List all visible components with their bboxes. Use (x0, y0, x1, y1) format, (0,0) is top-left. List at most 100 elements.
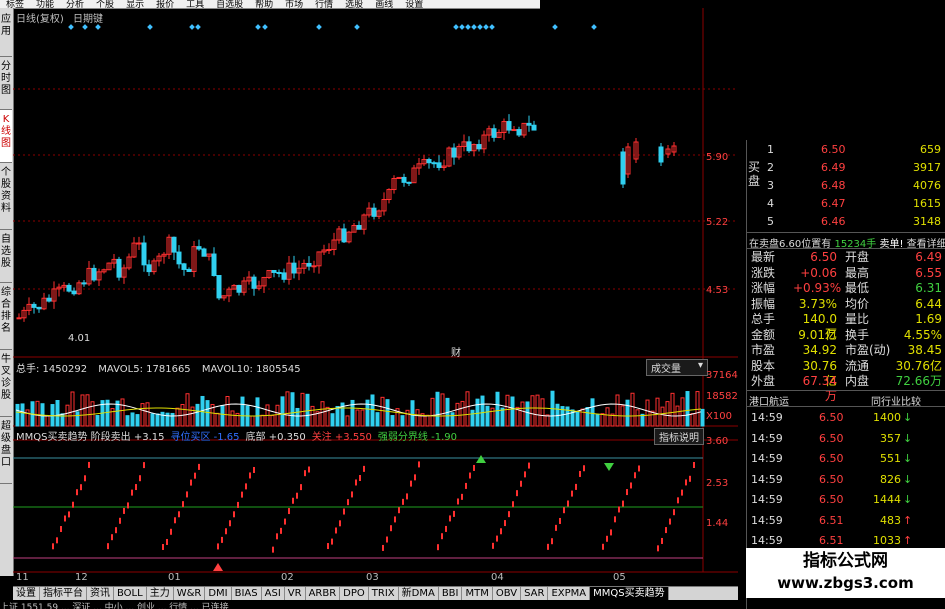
sidebar-tab[interactable]: 应用 (0, 10, 12, 57)
price-tick: 4.53 (706, 285, 729, 296)
volume-bar (145, 402, 150, 427)
order-book-price: 6.46 (821, 215, 846, 228)
volume-bar (660, 406, 665, 427)
quote-key: 市盈(动) (845, 343, 891, 357)
sidebar-tab[interactable]: 个股资料 (0, 163, 12, 230)
quote-row: 股本 30.76亿 流通 30.76亿 (749, 358, 944, 388)
indicator-tab[interactable]: OBV (493, 587, 522, 601)
quote-value: 6.49 (915, 250, 942, 264)
volume-bar (85, 394, 90, 427)
candle-body (311, 265, 317, 268)
trade-volume: 1033 (873, 534, 901, 547)
order-book-row[interactable]: 2 6.49 3917 (763, 160, 943, 176)
volume-bar (450, 412, 455, 427)
quote-value: 6.44 (915, 296, 942, 311)
indicator-tab[interactable]: 新DMA (399, 587, 439, 601)
volume-bar (635, 409, 640, 427)
volume-indicator-dropdown[interactable]: 成交量 ▾ (646, 359, 708, 376)
mavol5-value: MAVOL5: 1781665 (98, 364, 191, 375)
volume-bar (645, 399, 650, 427)
period-label[interactable]: 日线(复权) (16, 14, 64, 25)
volume-bar (480, 395, 485, 427)
indicator-tab[interactable]: MMQS买卖趋势 (590, 587, 669, 601)
mavol10-value: MAVOL10: 1805545 (201, 364, 301, 375)
indicator-tab[interactable]: BIAS (232, 587, 262, 601)
indicator-tab[interactable]: EXPMA (548, 587, 591, 601)
trade-volume: 826 (880, 472, 901, 486)
volume-bar (615, 394, 620, 427)
indicator-tab[interactable]: DPO (340, 587, 369, 601)
volume-bar (440, 393, 445, 427)
quote-key: 金额 (751, 327, 776, 342)
order-book-row[interactable]: 4 6.47 1615 (763, 196, 943, 212)
event-marker-icon (471, 24, 477, 30)
volume-bar (530, 395, 535, 427)
volume-bar (240, 396, 245, 427)
indicator-tab[interactable]: W&R (174, 587, 206, 601)
indicator-tick: 1.44 (706, 518, 729, 529)
indicator-tab[interactable]: ASI (262, 587, 285, 601)
volume-bar (370, 394, 375, 427)
sidebar-tab[interactable]: 超级盘口 (0, 417, 12, 484)
chart-canvas (13, 8, 738, 573)
indicator-tab[interactable]: BBI (439, 587, 463, 601)
order-book-level: 4 (767, 197, 774, 210)
volume-bar (495, 391, 500, 427)
quote-row: 市盈 34.92 市盈(动) 38.45 (749, 343, 944, 358)
trade-time: 14:59 (751, 452, 783, 465)
candle-body (141, 242, 147, 266)
volume-bar (15, 403, 20, 427)
volume-bar (75, 411, 80, 427)
candle-body (251, 276, 257, 289)
candle-body (271, 269, 277, 273)
sidebar-tab[interactable]: 综合排名 (0, 283, 12, 350)
sidebar-tab[interactable]: 牛叉诊股 (0, 350, 12, 417)
candle-body (526, 122, 532, 126)
order-book-row[interactable]: 1 6.50 659 (763, 142, 943, 158)
indicator-tabs: 设置 指标平台 资讯 BOLL 主力 W&R DMI BIAS ASI VR ARBR DPO TRIX… (13, 586, 738, 601)
indicator-tab[interactable]: TRIX (369, 587, 399, 601)
order-book-row[interactable]: 3 6.48 4076 (763, 178, 943, 194)
bottom-signal-icon (213, 563, 223, 571)
indicator-tab[interactable]: 主力 (147, 587, 174, 601)
order-book-price: 6.48 (821, 179, 846, 192)
volume-bar (470, 409, 475, 427)
arrow-up-icon: ↑ (903, 513, 913, 527)
indicator-tab[interactable]: 设置 (13, 587, 40, 601)
sidebar-tab[interactable]: K线图 (0, 110, 12, 163)
candle-body (341, 228, 347, 243)
trade-price: 6.50 (819, 411, 844, 424)
indicator-tab[interactable]: 指标平台 (40, 587, 87, 601)
indicator-tab[interactable]: BOLL (114, 587, 147, 601)
quote-value: 72.66万 (895, 374, 942, 388)
volume-bar (415, 409, 420, 427)
quote-key: 外盘 (751, 374, 776, 388)
date-tick: 04 (491, 572, 504, 583)
order-book-row[interactable]: 5 6.46 3148 (763, 214, 943, 230)
volume-bar (410, 400, 415, 427)
indicator-tab[interactable]: DMI (205, 587, 232, 601)
quote-value: 67.34万 (802, 374, 837, 403)
sell-signal-icon (604, 463, 614, 471)
indicator-tab[interactable]: VR (285, 587, 306, 601)
candle-body (181, 263, 187, 270)
candle-body (236, 284, 242, 293)
volume-bar (80, 394, 85, 427)
trade-row: 14:59 6.50 1400 ↓ (749, 410, 944, 426)
indicator-help-button[interactable]: 指标说明 (654, 428, 704, 445)
sidebar-tab[interactable]: 自选股 (0, 230, 12, 283)
indicator-tab[interactable]: 资讯 (87, 587, 114, 601)
quote-key: 流通 (845, 358, 870, 373)
quote-value: 3.73% (798, 296, 837, 311)
volume-bar (275, 404, 280, 427)
fin-marker[interactable]: 财 (451, 344, 461, 359)
sidebar-tab[interactable]: 分时图 (0, 57, 12, 110)
indicator-tick: 3.60 (706, 436, 729, 447)
candle-body (506, 121, 512, 131)
trade-time: 14:59 (751, 431, 783, 445)
volume-bar (465, 391, 470, 427)
indicator-tab[interactable]: SAR (521, 587, 549, 601)
indicator-tab[interactable]: MTM (462, 587, 493, 601)
candle-body (201, 248, 207, 257)
indicator-tab[interactable]: ARBR (306, 587, 341, 601)
